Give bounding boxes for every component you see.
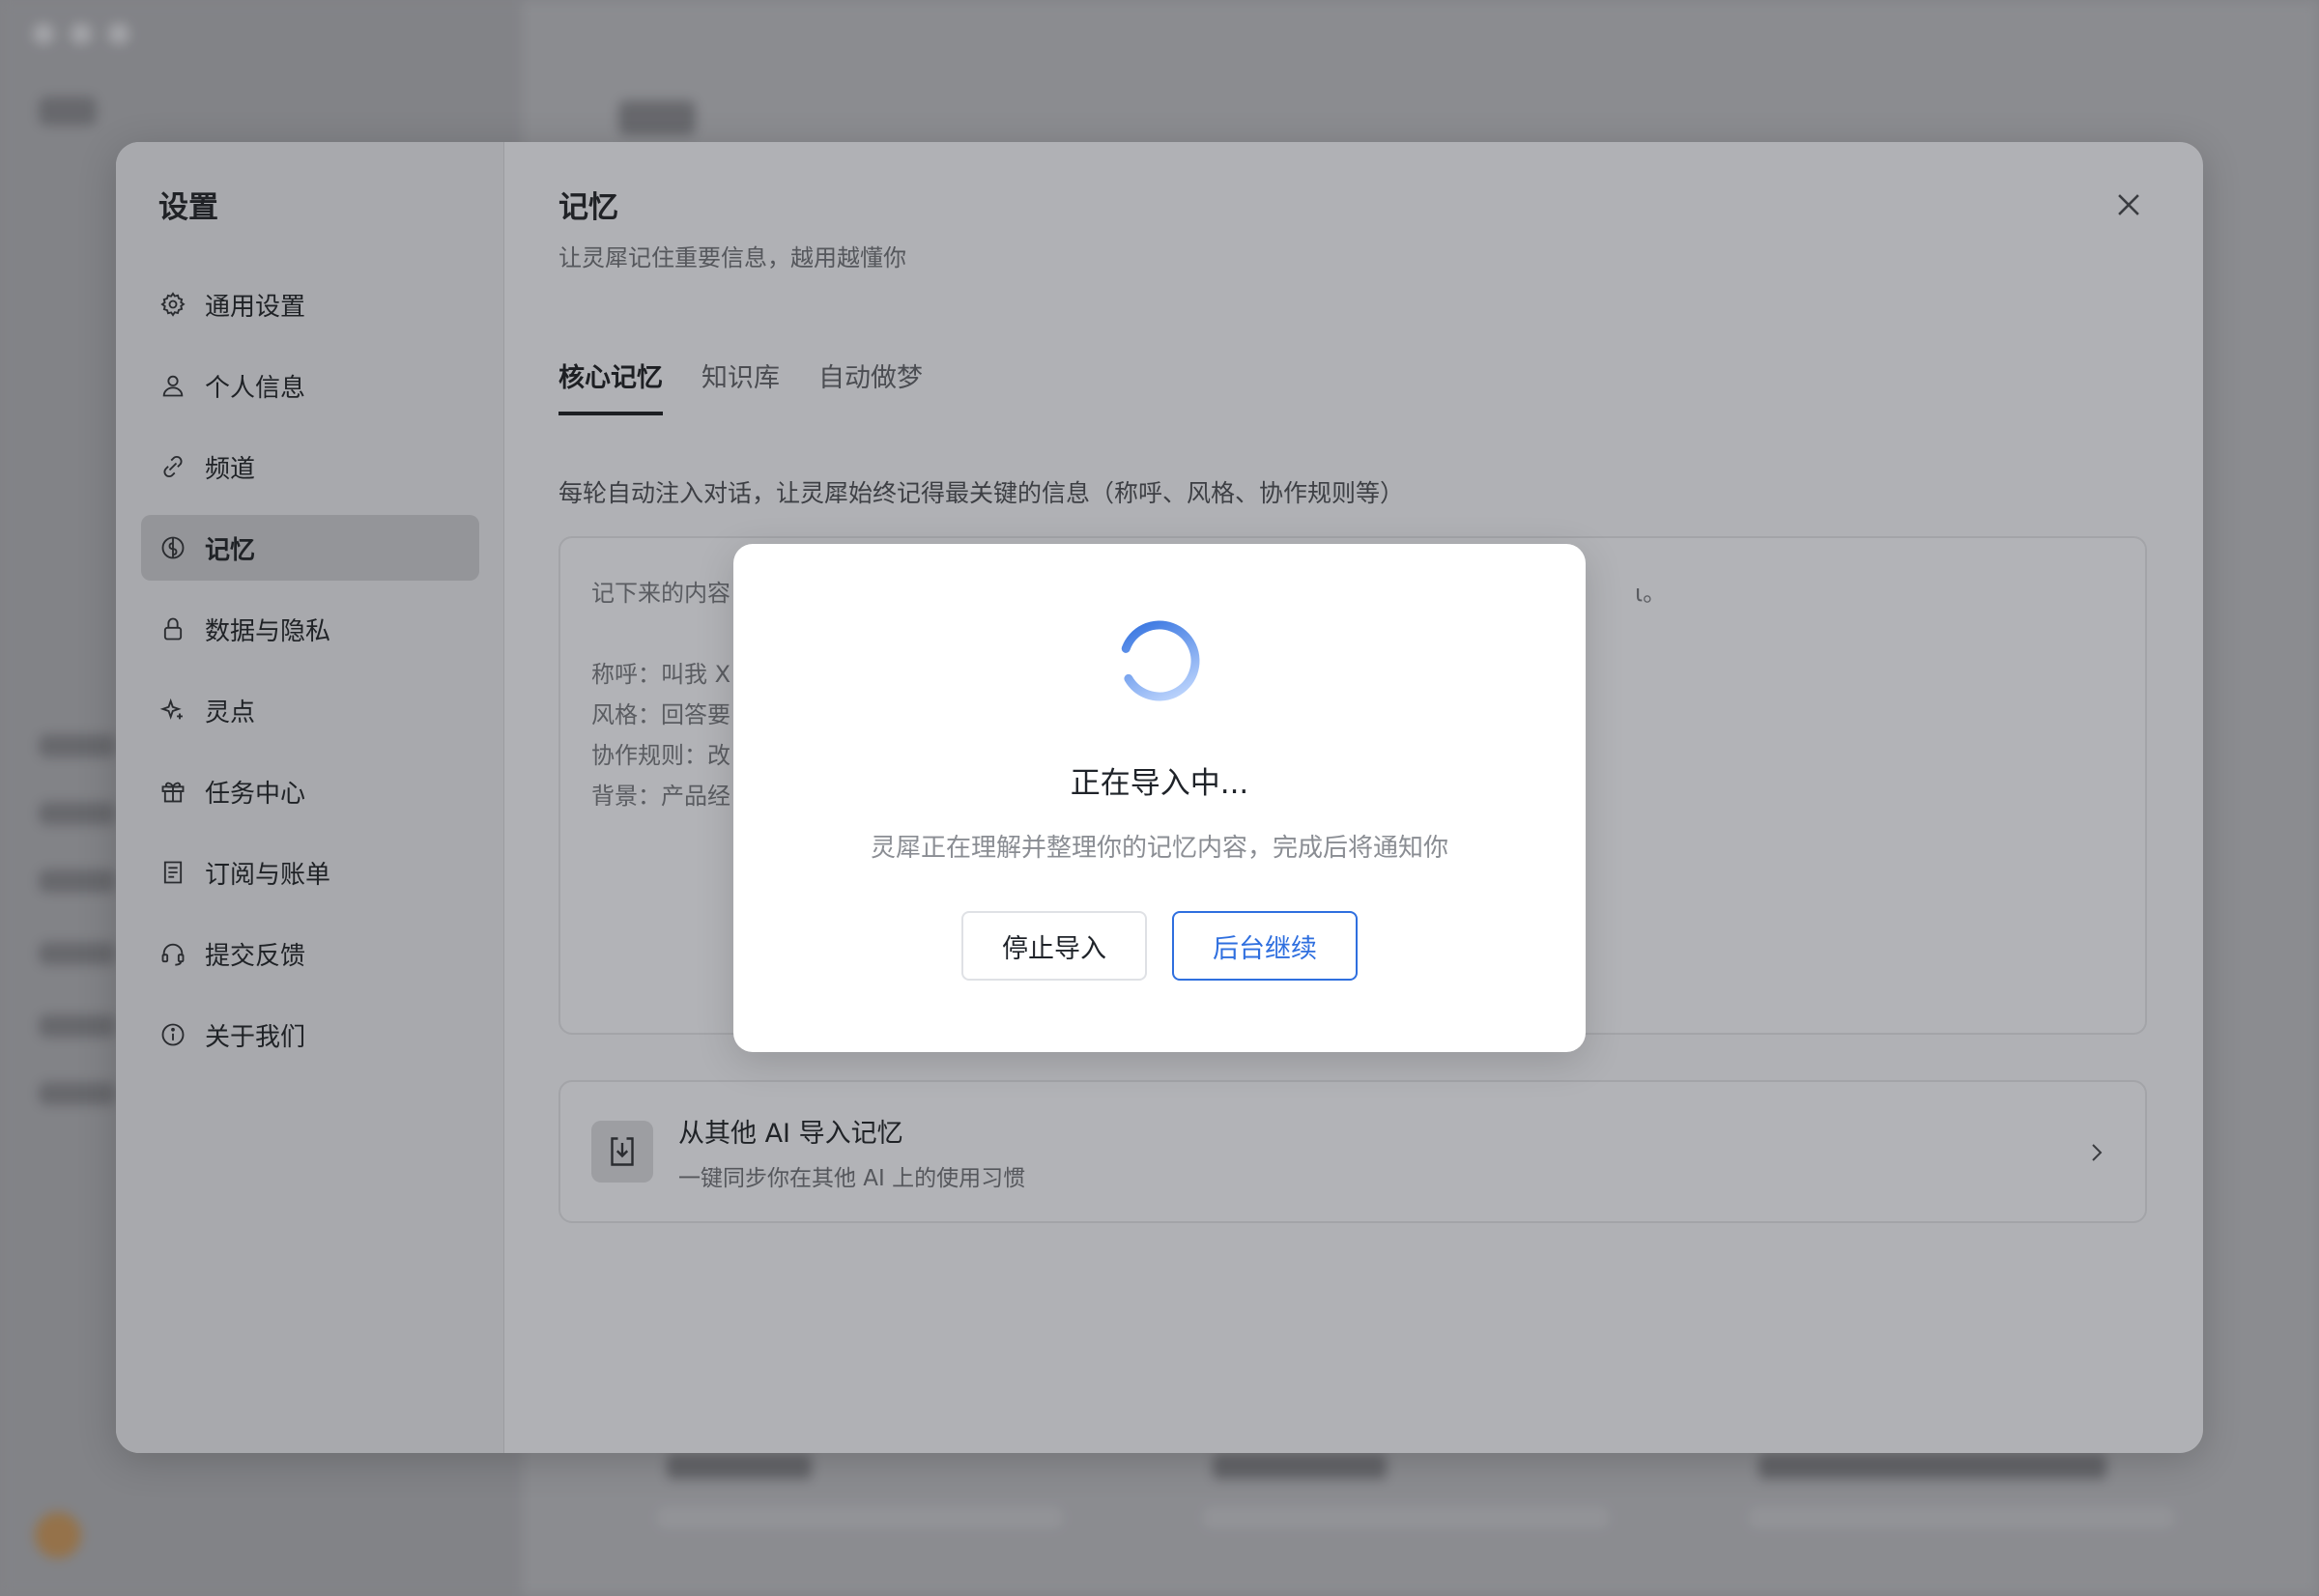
nav-item-channel[interactable]: 频道 bbox=[141, 434, 479, 499]
nav-label: 提交反馈 bbox=[205, 941, 306, 971]
memory-description: 每轮自动注入对话，让灵犀始终记得最关键的信息（称呼、风格、协作规则等） bbox=[558, 479, 1405, 507]
close-icon bbox=[2118, 194, 2139, 215]
channel-icon bbox=[158, 452, 187, 481]
nav-item-privacy[interactable]: 数据与隐私 bbox=[141, 596, 479, 662]
nav-item-billing[interactable]: 订阅与账单 bbox=[141, 840, 479, 905]
memory-line-suffix: ι。 bbox=[1635, 580, 1667, 607]
settings-nav: 通用设置 个人信息 频道 记忆 数据与隐私 灵点 任务中心 订阅与账单 提交反馈… bbox=[141, 271, 479, 1083]
dialog-title: 正在导入中... bbox=[1070, 766, 1249, 801]
nav-label: 频道 bbox=[205, 454, 256, 484]
dialog-subtitle: 灵犀正在理解并整理你的记忆内容，完成后将通知你 bbox=[870, 834, 1448, 863]
nav-item-points[interactable]: 灵点 bbox=[141, 677, 479, 743]
tab-core-memory[interactable]: 核心记忆 bbox=[558, 356, 663, 415]
tab-auto-dream[interactable]: 自动做梦 bbox=[818, 356, 923, 415]
nav-label: 记忆 bbox=[205, 535, 256, 565]
stop-import-button[interactable]: 停止导入 bbox=[961, 911, 1147, 981]
nav-label: 数据与隐私 bbox=[205, 616, 331, 646]
memory-tabs: 核心记忆 知识库 自动做梦 bbox=[558, 356, 923, 415]
receipt-icon bbox=[158, 858, 187, 887]
import-icon bbox=[591, 1121, 653, 1183]
import-progress-dialog: 正在导入中... 灵犀正在理解并整理你的记忆内容，完成后将通知你 停止导入 后台… bbox=[733, 544, 1586, 1052]
import-card-title: 从其他 AI 导入记忆 bbox=[678, 1118, 903, 1149]
lock-icon bbox=[158, 614, 187, 643]
gear-icon bbox=[158, 290, 187, 319]
nav-item-memory[interactable]: 记忆 bbox=[141, 515, 479, 581]
import-card-subtitle: 一键同步你在其他 AI 上的使用习惯 bbox=[678, 1165, 1026, 1191]
page-title: 记忆 bbox=[558, 190, 618, 225]
nav-item-profile[interactable]: 个人信息 bbox=[141, 353, 479, 418]
nav-label: 关于我们 bbox=[205, 1022, 306, 1052]
brain-icon bbox=[158, 533, 187, 562]
nav-label: 订阅与账单 bbox=[205, 860, 331, 890]
nav-item-tasks[interactable]: 任务中心 bbox=[141, 758, 479, 824]
headset-icon bbox=[158, 939, 187, 968]
nav-item-general[interactable]: 通用设置 bbox=[141, 271, 479, 337]
loading-spinner-icon bbox=[1119, 620, 1200, 701]
nav-item-about[interactable]: 关于我们 bbox=[141, 1002, 479, 1068]
import-memory-card[interactable]: 从其他 AI 导入记忆 一键同步你在其他 AI 上的使用习惯 bbox=[558, 1080, 2147, 1223]
settings-sidebar: 设置 通用设置 个人信息 频道 记忆 数据与隐私 灵点 任务中心 订阅与账单 提… bbox=[116, 142, 504, 1453]
nav-label: 任务中心 bbox=[205, 779, 306, 809]
continue-in-background-button[interactable]: 后台继续 bbox=[1172, 911, 1358, 981]
nav-item-feedback[interactable]: 提交反馈 bbox=[141, 921, 479, 986]
nav-label: 个人信息 bbox=[205, 373, 306, 403]
gift-icon bbox=[158, 777, 187, 806]
info-icon bbox=[158, 1020, 187, 1049]
tab-knowledge-base[interactable]: 知识库 bbox=[701, 356, 780, 415]
settings-title: 设置 bbox=[158, 190, 218, 225]
sparkle-icon bbox=[158, 696, 187, 725]
chevron-right-icon bbox=[2092, 1144, 2103, 1161]
nav-label: 灵点 bbox=[205, 698, 256, 727]
user-icon bbox=[158, 371, 187, 400]
page-subtitle: 让灵犀记住重要信息，越用越懂你 bbox=[558, 244, 906, 271]
dialog-actions: 停止导入 后台继续 bbox=[733, 911, 1586, 981]
close-button[interactable] bbox=[2112, 188, 2145, 221]
nav-label: 通用设置 bbox=[205, 292, 306, 322]
